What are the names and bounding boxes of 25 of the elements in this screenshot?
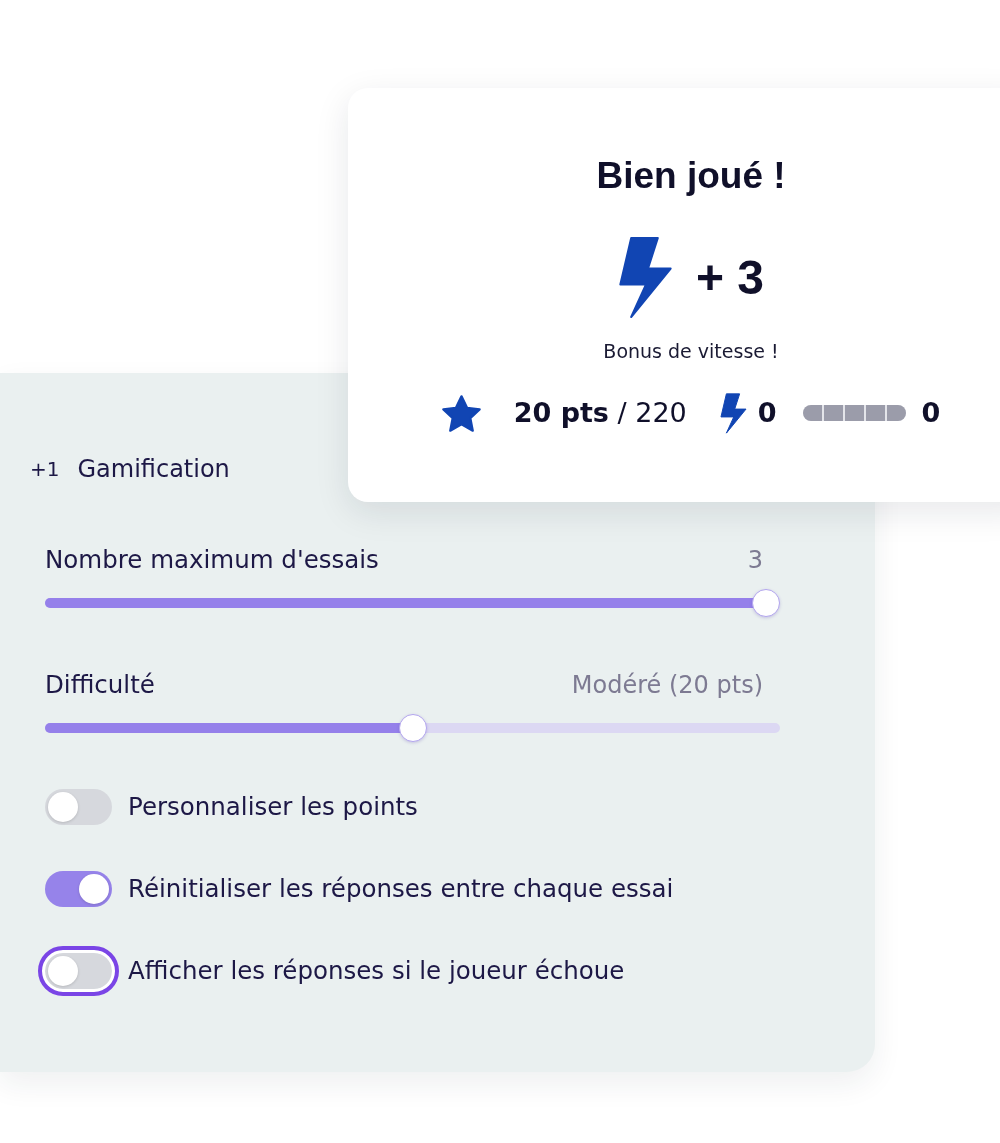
progress-count: 0 (921, 396, 941, 430)
slider-value: Modéré (20 pts) (571, 670, 763, 700)
lightning-icon (617, 237, 673, 318)
slider-thumb[interactable] (752, 589, 780, 617)
slider-thumb[interactable] (398, 714, 427, 742)
section-title: Gamification (77, 454, 230, 484)
score-text: 20 pts / 220 (513, 396, 687, 430)
slider-track[interactable] (45, 589, 780, 617)
toggle-switch[interactable] (45, 789, 112, 825)
slider-label: Difficulté (45, 670, 155, 700)
slider-track[interactable] (45, 714, 780, 742)
card-title: Bien joué ! (596, 156, 786, 196)
toggle-switch[interactable] (45, 953, 112, 989)
toggle-label: Afficher les réponses si le joueur échoue (128, 956, 625, 986)
bonus-value: + 3 (695, 251, 765, 304)
toggle-label: Réinitialiser les réponses entre chaque essai (128, 874, 674, 904)
section-counter: +1 (30, 456, 60, 483)
speed-bonus-count: 0 (757, 396, 777, 430)
bonus-caption: Bonus de vitesse ! (603, 339, 779, 363)
lightning-icon (719, 392, 747, 434)
star-icon (441, 394, 481, 432)
slider-label: Nombre maximum d'essais (45, 545, 379, 575)
slider-value: 3 (747, 545, 763, 575)
toggle-label: Personnaliser les points (128, 792, 418, 822)
toggle-switch[interactable] (45, 871, 112, 907)
